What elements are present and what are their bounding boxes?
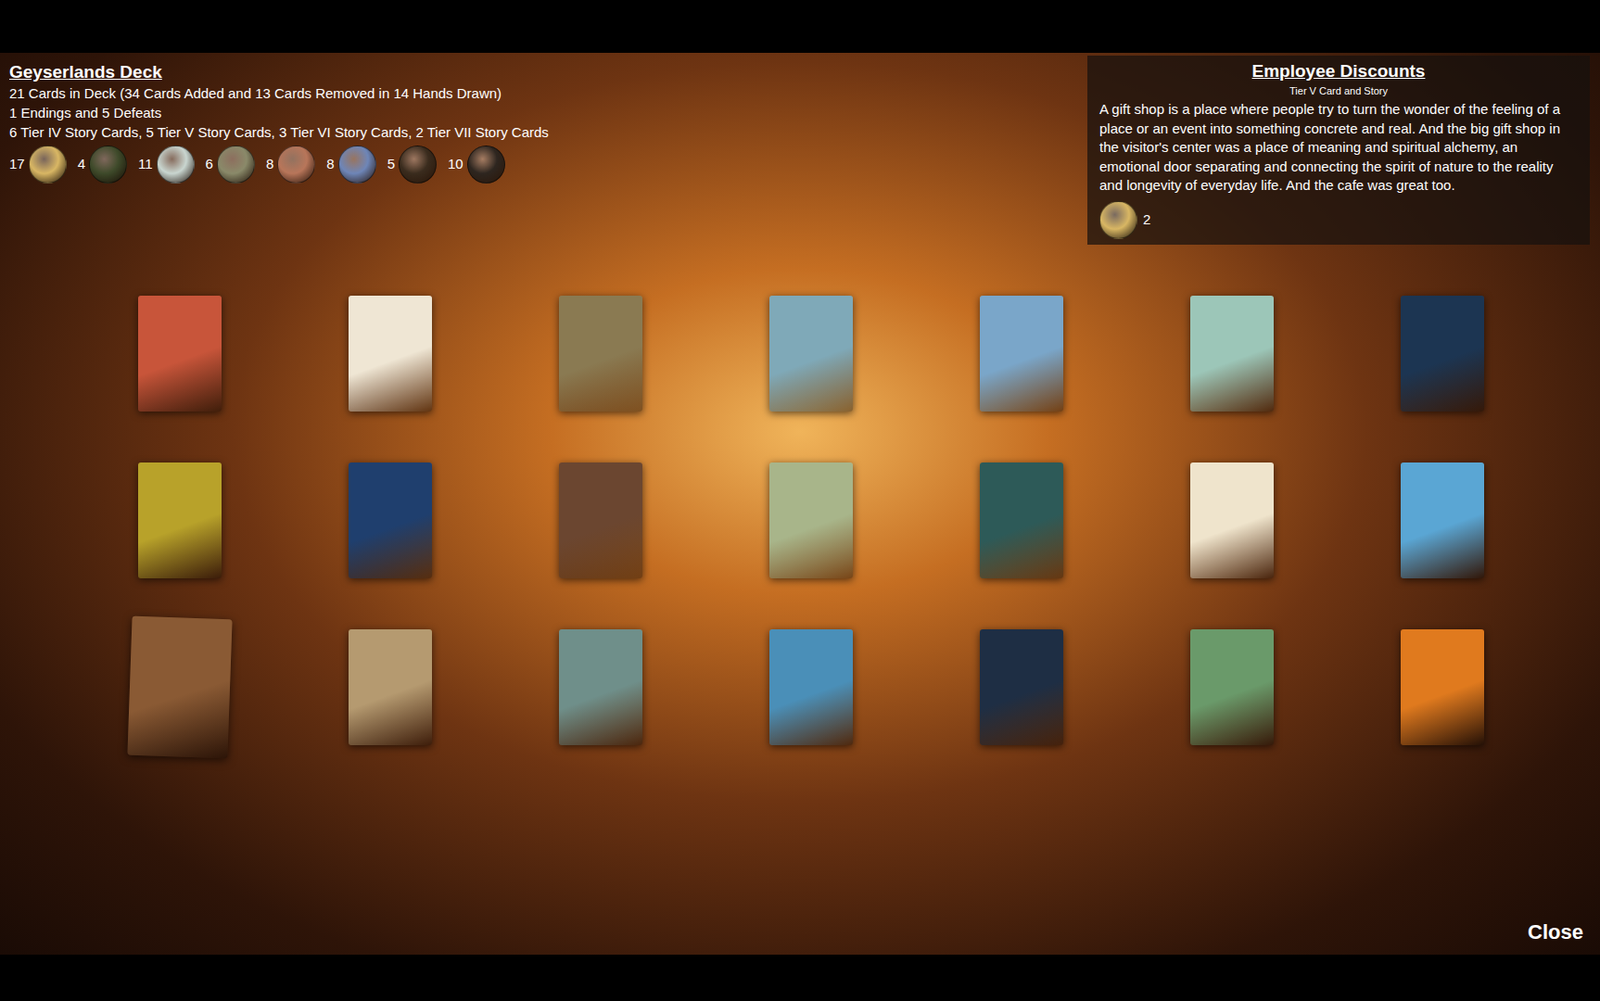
deck-stat: 6 Tier IV Story Cards, 5 Tier V Story Ca… [9,122,549,142]
resource: 4 [77,145,127,184]
app: Geyserlands Deck21 Cards in Deck (34 Car… [0,0,1600,1001]
resource-icon [216,145,255,184]
card-grid [0,295,1600,746]
top-bar [0,0,1600,53]
deck-card[interactable] [1126,295,1337,412]
deck-card[interactable] [74,295,285,412]
deck-card[interactable] [1126,462,1337,579]
deck-card[interactable] [1336,462,1548,579]
deck-card[interactable] [74,629,285,746]
deck-stat: 1 Endings and 5 Defeats [9,102,549,123]
deck-card[interactable] [1336,295,1548,412]
deck-stat: 21 Cards in Deck (34 Cards Added and 13 … [9,83,549,103]
resource-icon [88,145,127,184]
resource: 17 [9,145,67,184]
bottom-bar [0,954,1600,1001]
detail-panel: Employee DiscountsTier V Card and StoryA… [1087,55,1590,245]
resource-icon [467,145,506,184]
card-art [1400,629,1485,746]
card-art [769,462,853,579]
card-art [1190,462,1274,579]
resource-icon [28,145,67,184]
deck-card[interactable] [915,629,1127,746]
deck-card[interactable] [495,629,706,746]
card-art [769,629,853,746]
deck-info: Geyserlands Deck21 Cards in Deck (34 Car… [0,52,549,184]
card-art [558,629,643,746]
resource: 5 [387,145,437,184]
resource-icon [277,145,316,184]
deck-card[interactable] [284,462,496,579]
deck-card[interactable] [74,462,285,579]
deck-card[interactable] [284,295,496,412]
detail-text: A gift shop is a place where people try … [1099,100,1578,196]
card-art [138,295,222,412]
deck-card[interactable] [915,295,1127,412]
resource-icon [156,145,195,184]
resource: 8 [266,145,316,184]
detail-title: Employee Discounts [1099,59,1578,84]
card-art [138,462,222,579]
resource-icon [338,145,377,184]
card-art [1400,462,1485,579]
deck-title: Geyserlands Deck [9,60,549,84]
card-art [1190,295,1274,412]
card-art [1400,295,1485,412]
card-art [558,462,643,579]
detail-subtitle: Tier V Card and Story [1099,83,1578,99]
deck-card[interactable] [915,462,1127,579]
deck-card[interactable] [284,629,496,746]
card-art [979,629,1064,746]
deck-card[interactable] [705,629,916,746]
card-art [769,295,853,412]
deck-card[interactable] [495,295,706,412]
deck-card[interactable] [1336,629,1548,746]
detail-cost: 2 [1099,201,1578,240]
deck-card[interactable] [1126,629,1337,746]
resource: 8 [326,145,376,184]
resource: 11 [138,145,195,184]
deck-card[interactable] [705,295,916,412]
card-art [558,295,643,412]
footer: Close [0,914,1600,955]
resource-icon [398,145,437,184]
header: Geyserlands Deck21 Cards in Deck (34 Car… [0,52,1600,245]
card-art [979,295,1064,412]
deck-card[interactable] [495,462,706,579]
pine-icon [1099,201,1138,240]
resource: 6 [205,145,255,184]
card-art [126,615,232,759]
card-art [979,462,1064,579]
close-button[interactable]: Close [1523,914,1588,950]
card-art [348,295,432,412]
card-art [1190,629,1274,746]
deck-card[interactable] [705,462,916,579]
card-art [348,629,432,746]
card-art [348,462,432,579]
resource-row: 17411688510 [9,145,549,184]
resource: 10 [447,145,506,184]
deck-view: Geyserlands Deck21 Cards in Deck (34 Car… [0,52,1600,955]
